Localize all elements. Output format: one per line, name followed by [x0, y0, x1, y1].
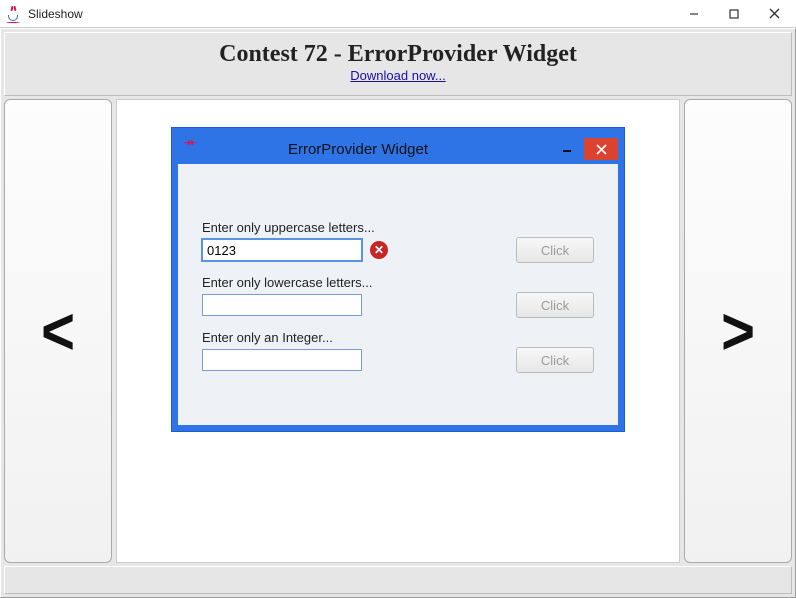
prev-button[interactable]: < — [4, 99, 112, 563]
maximize-button[interactable] — [714, 1, 754, 27]
inner-body: Enter only uppercase letters... ✕ Click … — [178, 164, 618, 425]
field-label: Enter only uppercase letters... — [202, 220, 594, 235]
next-button[interactable]: > — [684, 99, 792, 563]
inner-window: ErrorProvider Widget Enter only uppercas… — [172, 128, 624, 431]
inner-minimize-button[interactable] — [550, 138, 584, 160]
download-link[interactable]: Download now... — [350, 68, 445, 83]
slide-area: ErrorProvider Widget Enter only uppercas… — [116, 99, 680, 563]
field-label: Enter only lowercase letters... — [202, 275, 594, 290]
form-row-lowercase: Enter only lowercase letters... Click — [202, 275, 594, 318]
middle-row: < ErrorProvider Widget — [4, 99, 792, 563]
form-row-integer: Enter only an Integer... Click — [202, 330, 594, 373]
minimize-button[interactable] — [674, 1, 714, 27]
inner-close-button[interactable] — [584, 138, 618, 160]
lowercase-input[interactable] — [202, 294, 362, 316]
header-panel: Contest 72 - ErrorProvider Widget Downlo… — [4, 32, 792, 96]
integer-input[interactable] — [202, 349, 362, 371]
click-button[interactable]: Click — [516, 237, 594, 263]
inner-window-title: ErrorProvider Widget — [166, 141, 550, 158]
footer-panel — [4, 566, 792, 594]
uppercase-input[interactable] — [202, 239, 362, 261]
inner-window-controls — [550, 138, 618, 160]
page-title: Contest 72 - ErrorProvider Widget — [15, 41, 781, 68]
java-icon — [6, 6, 22, 22]
chevron-left-icon: < — [41, 292, 75, 369]
close-button[interactable] — [754, 1, 794, 27]
click-button[interactable]: Click — [516, 292, 594, 318]
field-label: Enter only an Integer... — [202, 330, 594, 345]
window-controls — [674, 1, 794, 27]
form-row-uppercase: Enter only uppercase letters... ✕ Click — [202, 220, 594, 263]
main-panel: Contest 72 - ErrorProvider Widget Downlo… — [0, 28, 796, 598]
inner-titlebar: ErrorProvider Widget — [178, 134, 618, 164]
click-button[interactable]: Click — [516, 347, 594, 373]
outer-titlebar: Slideshow — [0, 0, 796, 28]
error-icon: ✕ — [370, 241, 388, 259]
window-title: Slideshow — [28, 7, 674, 21]
chevron-right-icon: > — [721, 292, 755, 369]
